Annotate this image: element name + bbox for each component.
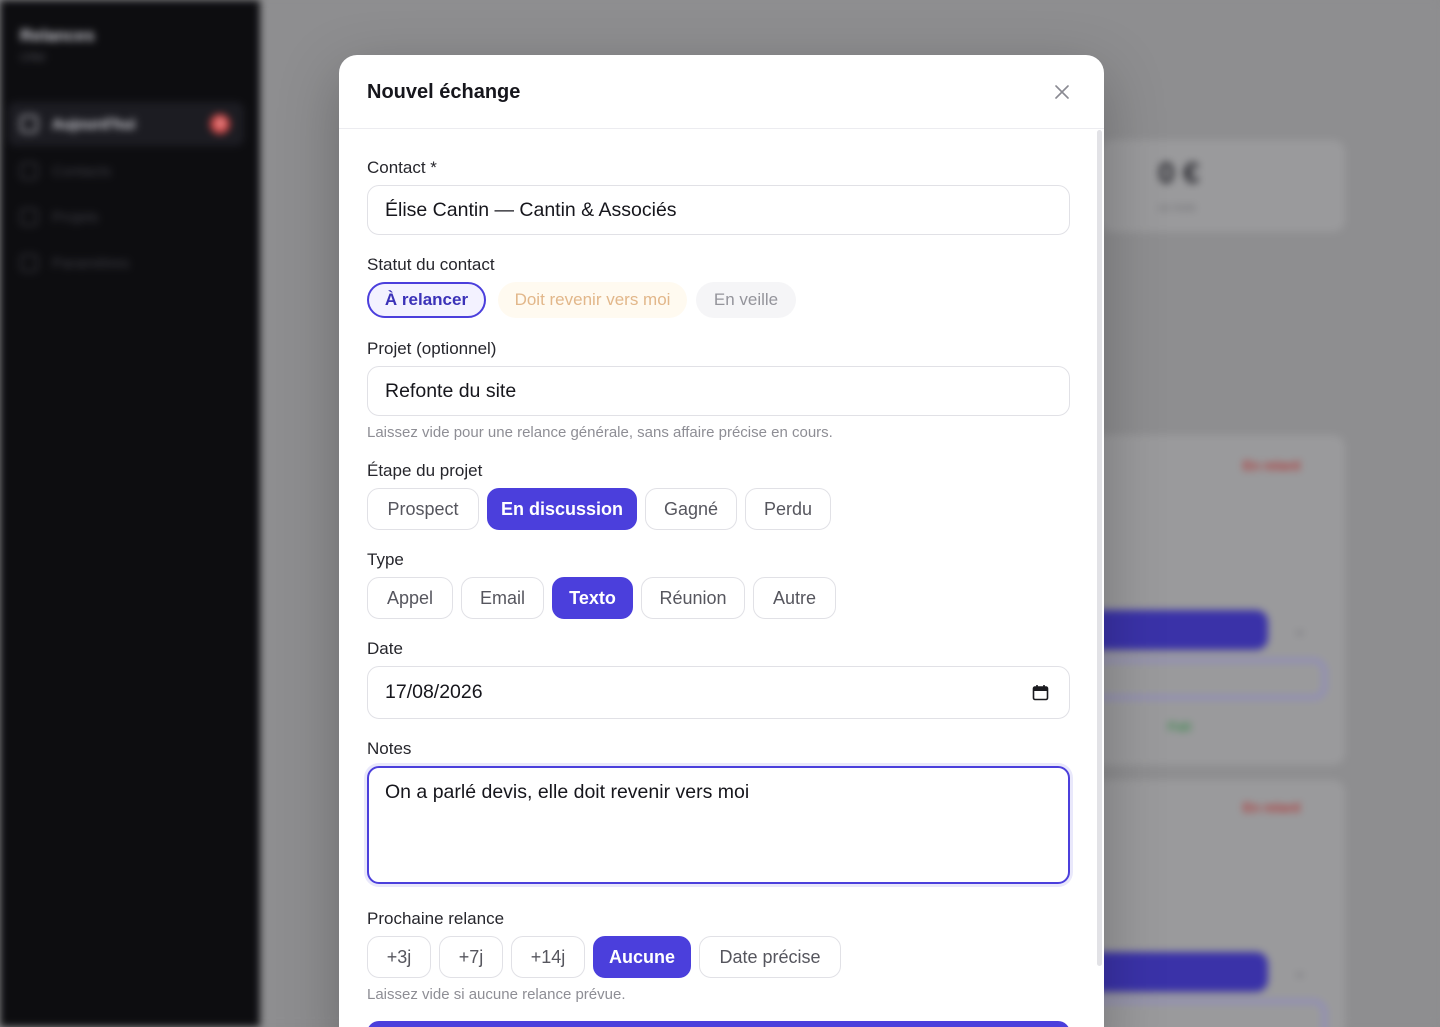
app-title: Relances xyxy=(20,26,95,45)
sidebar-item-settings[interactable]: Paramètres xyxy=(8,241,244,285)
followup-option-14-days[interactable]: +14j xyxy=(511,936,585,978)
late-badge: En retard xyxy=(1243,800,1301,815)
home-icon xyxy=(20,115,38,133)
type-option-other[interactable]: Autre xyxy=(753,577,836,619)
project-label: Projet (optionnel) xyxy=(367,339,497,358)
sidebar: Relances CRM Aujourd'hui 3 Contacts Proj… xyxy=(0,0,260,1027)
scrollbar[interactable] xyxy=(1097,130,1102,966)
close-button[interactable] xyxy=(1050,80,1074,104)
dialog-title: Nouvel échange xyxy=(367,81,521,103)
status-option-to-follow-up[interactable]: À relancer xyxy=(367,282,486,318)
type-option-meeting[interactable]: Réunion xyxy=(641,577,745,619)
followup-option-3-days[interactable]: +3j xyxy=(367,936,431,978)
stage-option-in-discussion[interactable]: En discussion xyxy=(487,488,637,530)
chevron-down-icon[interactable]: ⌄ xyxy=(1293,962,1306,982)
chevron-down-icon[interactable]: ⌄ xyxy=(1293,620,1306,640)
stat-value: 0 € xyxy=(1158,157,1200,190)
type-option-call[interactable]: Appel xyxy=(367,577,453,619)
sidebar-item-label: Aujourd'hui xyxy=(52,115,136,133)
date-value: 17/08/2026 xyxy=(385,681,483,703)
sidebar-item-label: Projets xyxy=(52,208,99,226)
next-followup-label: Prochaine relance xyxy=(367,909,505,928)
followup-option-7-days[interactable]: +7j xyxy=(439,936,503,978)
settings-icon xyxy=(20,254,38,272)
stat-card xyxy=(1100,140,1345,232)
sidebar-item-today[interactable]: Aujourd'hui 3 xyxy=(8,102,244,146)
stage-label: Étape du projet xyxy=(367,461,483,480)
secondary-button[interactable] xyxy=(1090,1000,1326,1027)
calendar-icon[interactable] xyxy=(1032,684,1049,701)
notes-label: Notes xyxy=(367,739,412,758)
type-option-text[interactable]: Texto xyxy=(552,577,633,619)
date-input[interactable]: 17/08/2026 xyxy=(367,666,1070,719)
dialog-header: Nouvel échange xyxy=(339,55,1104,129)
project-hint: Laissez vide pour une relance générale, … xyxy=(367,424,833,441)
stage-option-lost[interactable]: Perdu xyxy=(745,488,831,530)
action-button[interactable] xyxy=(1090,610,1268,650)
sidebar-item-label: Paramètres xyxy=(52,254,130,272)
sidebar-item-contacts[interactable]: Contacts xyxy=(8,149,244,193)
new-exchange-dialog: Nouvel échange Contact * Élise Cantin — … xyxy=(339,55,1104,1027)
sidebar-item-label: Contacts xyxy=(52,162,112,180)
type-label: Type xyxy=(367,550,404,569)
notification-badge: 3 xyxy=(210,114,230,134)
folder-icon xyxy=(20,208,38,226)
status-label: Statut du contact xyxy=(367,255,495,274)
followup-option-none[interactable]: Aucune xyxy=(593,936,691,978)
close-icon xyxy=(1055,85,1069,99)
action-button[interactable] xyxy=(1090,952,1268,992)
next-followup-hint: Laissez vide si aucune relance prévue. xyxy=(367,986,626,1003)
status-option-dormant[interactable]: En veille xyxy=(696,282,796,318)
done-badge: Fait xyxy=(1168,719,1192,734)
stage-option-won[interactable]: Gagné xyxy=(645,488,737,530)
stage-option-prospect[interactable]: Prospect xyxy=(367,488,479,530)
stat-subtitle: ce mois xyxy=(1158,202,1196,214)
contact-label: Contact * xyxy=(367,158,437,177)
users-icon xyxy=(20,162,38,180)
sidebar-item-projects[interactable]: Projets xyxy=(8,195,244,239)
status-option-waiting-reply[interactable]: Doit revenir vers moi xyxy=(498,282,687,318)
followup-card xyxy=(1090,435,1345,765)
submit-button[interactable] xyxy=(367,1021,1070,1027)
late-badge: En retard xyxy=(1243,458,1301,473)
type-option-email[interactable]: Email xyxy=(461,577,544,619)
followup-option-specific-date[interactable]: Date précise xyxy=(699,936,841,978)
notes-textarea[interactable]: On a parlé devis, elle doit revenir vers… xyxy=(367,766,1070,884)
secondary-button[interactable] xyxy=(1090,659,1326,699)
project-input[interactable]: Refonte du site xyxy=(367,366,1070,416)
app-subtitle: CRM xyxy=(20,52,46,64)
contact-input[interactable]: Élise Cantin — Cantin & Associés xyxy=(367,185,1070,235)
date-label: Date xyxy=(367,639,403,658)
